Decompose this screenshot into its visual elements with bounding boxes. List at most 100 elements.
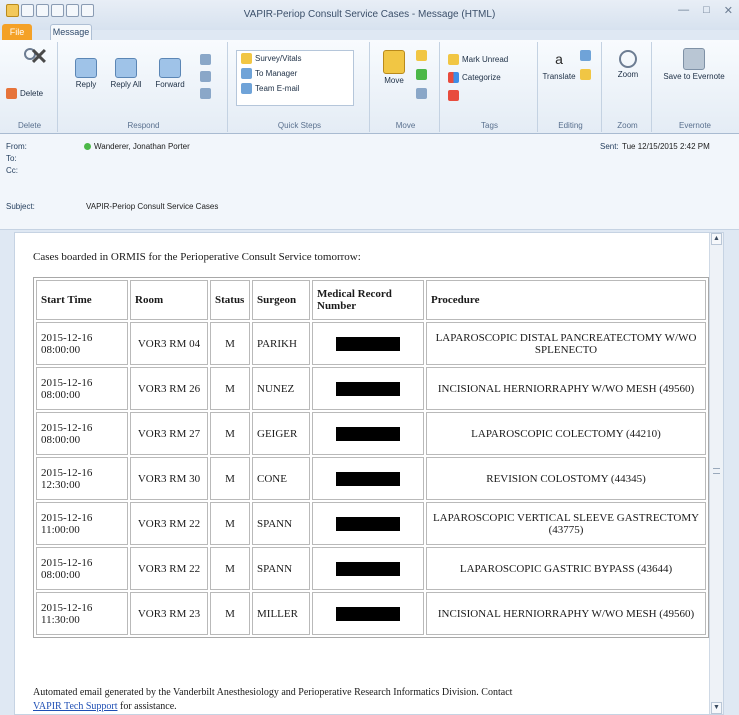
scroll-up-icon[interactable]: ▲: [711, 233, 722, 245]
cell-surgeon: SPANN: [252, 547, 310, 590]
onenote-icon[interactable]: [416, 69, 427, 80]
magnifier-icon: [619, 50, 637, 68]
zoom-label: Zoom: [617, 70, 639, 79]
scroll-down-icon[interactable]: ▼: [711, 702, 722, 714]
cell-mrn: [312, 457, 424, 500]
quick-step-item[interactable]: Team E-mail: [237, 81, 353, 96]
translate-label: Translate: [542, 72, 576, 81]
junk-icon: [6, 88, 17, 99]
forward-icon: [159, 58, 181, 78]
cell-mrn: [312, 592, 424, 635]
cell-surgeon: MILLER: [252, 592, 310, 635]
cell-procedure: LAPAROSCOPIC COLECTOMY (44210): [426, 412, 706, 455]
delete-x-button[interactable]: ✕: [24, 46, 54, 68]
cell-status: M: [210, 322, 250, 365]
redaction-bar: [336, 606, 400, 621]
categorize-button[interactable]: Categorize: [448, 72, 501, 83]
save-to-evernote-button[interactable]: Save to Evernote: [662, 48, 726, 81]
rules-icon[interactable]: [416, 50, 427, 61]
quick-steps-list: Survey/Vitals To Manager Team E-mail: [236, 50, 354, 106]
reply-all-icon: [115, 58, 137, 78]
window-controls: — □ ✕: [678, 4, 733, 17]
cell-room: VOR3 RM 22: [130, 502, 208, 545]
sent-value: Tue 12/15/2015 2:42 PM: [622, 142, 710, 151]
mark-unread-button[interactable]: Mark Unread: [448, 54, 508, 65]
flag-icon: [448, 90, 459, 101]
zoom-group: Zoom Zoom: [604, 42, 652, 132]
tags-group-label: Tags: [481, 121, 498, 130]
zoom-button[interactable]: Zoom: [608, 50, 648, 79]
tab-file[interactable]: File: [2, 24, 32, 40]
delete-label: Delete: [20, 89, 44, 98]
quick-step-item[interactable]: To Manager: [237, 66, 353, 81]
team-email-icon: [241, 83, 252, 94]
maximize-icon[interactable]: □: [703, 4, 710, 17]
cell-surgeon: NUNEZ: [252, 367, 310, 410]
redaction-bar: [336, 561, 400, 576]
reply-label: Reply: [75, 80, 97, 89]
delete-button[interactable]: Delete: [6, 88, 43, 99]
redaction-bar: [336, 471, 400, 486]
follow-up-button[interactable]: [448, 90, 459, 101]
cell-mrn: [312, 502, 424, 545]
cell-room: VOR3 RM 27: [130, 412, 208, 455]
cell-start: 2015-12-16 12:30:00: [36, 457, 128, 500]
cell-surgeon: CONE: [252, 457, 310, 500]
intro-text: Cases boarded in ORMIS for the Periopera…: [33, 251, 361, 263]
more-respond-icon[interactable]: [200, 88, 211, 99]
cell-room: VOR3 RM 30: [130, 457, 208, 500]
col-status: Status: [210, 280, 250, 320]
message-body[interactable]: Cases boarded in ORMIS for the Periopera…: [14, 232, 724, 715]
cell-mrn: [312, 322, 424, 365]
redaction-bar: [336, 381, 400, 396]
redaction-bar: [336, 336, 400, 351]
reply-button[interactable]: Reply: [66, 58, 106, 89]
quick-step-item[interactable]: Survey/Vitals: [237, 51, 353, 66]
translate-button[interactable]: a Translate: [542, 48, 576, 81]
manager-icon: [241, 68, 252, 79]
cell-status: M: [210, 457, 250, 500]
find-icon[interactable]: [580, 50, 591, 61]
cell-mrn: [312, 412, 424, 455]
editing-group: a Translate Editing: [540, 42, 602, 132]
cell-room: VOR3 RM 26: [130, 367, 208, 410]
from-label: From:: [6, 142, 27, 151]
forward-label: Forward: [155, 80, 185, 89]
reply-all-button[interactable]: Reply All: [106, 58, 146, 89]
vertical-scrollbar[interactable]: ▲ ▼: [709, 233, 723, 714]
move-label: Move: [384, 76, 404, 85]
cell-surgeon: SPANN: [252, 502, 310, 545]
table-row: 2015-12-16 08:00:00 VOR3 RM 04 M PARIKH …: [36, 322, 706, 365]
table-row: 2015-12-16 08:00:00 VOR3 RM 27 M GEIGER …: [36, 412, 706, 455]
cell-start: 2015-12-16 11:30:00: [36, 592, 128, 635]
message-header: From: Wanderer, Jonathan Porter To: Cc: …: [0, 134, 739, 230]
actions-icon[interactable]: [416, 88, 427, 99]
cell-room: VOR3 RM 23: [130, 592, 208, 635]
tags-group: Mark Unread Categorize Tags: [442, 42, 538, 132]
im-icon[interactable]: [200, 71, 211, 82]
forward-button[interactable]: Forward: [148, 58, 192, 89]
select-icon[interactable]: [580, 69, 591, 80]
tab-message[interactable]: Message: [50, 24, 92, 40]
close-icon[interactable]: ✕: [724, 4, 733, 17]
editing-small-buttons: [580, 50, 591, 80]
cell-start: 2015-12-16 08:00:00: [36, 322, 128, 365]
cell-surgeon: PARIKH: [252, 322, 310, 365]
ribbon: ✕ Delete Delete Reply Reply All Forward …: [0, 40, 739, 134]
cell-surgeon: GEIGER: [252, 412, 310, 455]
from-value[interactable]: Wanderer, Jonathan Porter: [84, 142, 190, 151]
reply-icon: [75, 58, 97, 78]
sent-label: Sent:: [600, 142, 619, 151]
evernote-group: Save to Evernote Evernote: [654, 42, 736, 132]
redaction-bar: [336, 426, 400, 441]
cell-mrn: [312, 547, 424, 590]
scroll-thumb-grip-icon[interactable]: [713, 468, 720, 474]
cell-procedure: REVISION COLOSTOMY (44345): [426, 457, 706, 500]
meeting-icon[interactable]: [200, 54, 211, 65]
respond-small-buttons: [200, 54, 211, 99]
tech-support-link[interactable]: VAPIR Tech Support: [33, 701, 118, 712]
minimize-icon[interactable]: —: [678, 4, 689, 17]
zoom-group-label: Zoom: [617, 121, 638, 130]
cell-start: 2015-12-16 08:00:00: [36, 367, 128, 410]
move-button[interactable]: Move: [376, 50, 412, 85]
